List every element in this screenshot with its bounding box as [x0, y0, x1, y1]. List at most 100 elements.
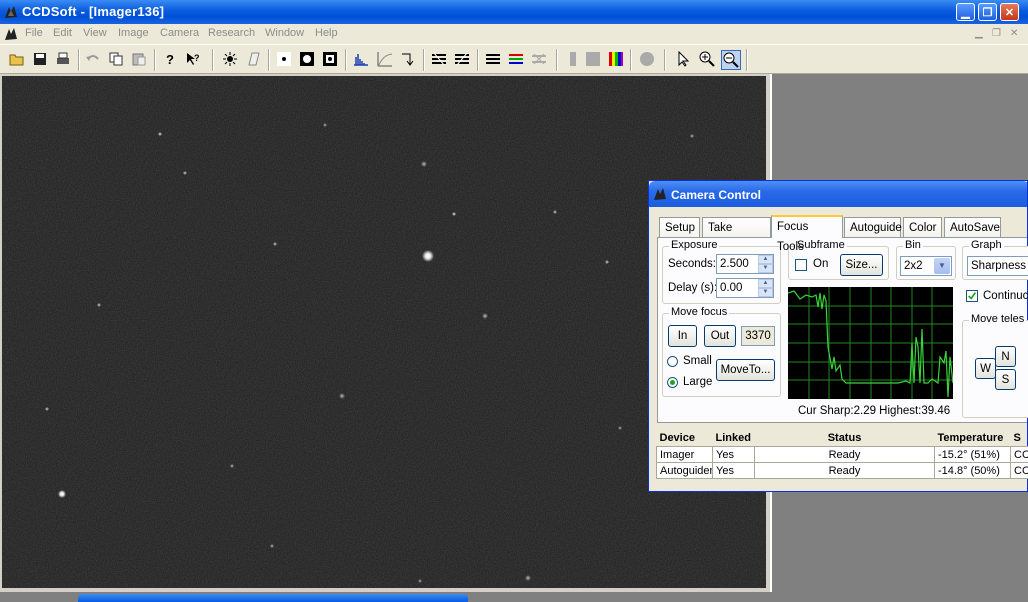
small-step-label: Small — [683, 355, 712, 367]
gray-square-icon[interactable] — [584, 50, 602, 68]
star — [452, 212, 456, 216]
focus-in-button[interactable]: In — [668, 325, 697, 347]
size-button[interactable]: Size... — [840, 254, 883, 276]
table-row[interactable]: Autoguider Yes Ready -14.8° (50%) CC — [656, 462, 1028, 479]
star-icon[interactable] — [275, 50, 293, 68]
delay-stepper[interactable]: 0.00 ▲ ▼ — [716, 278, 774, 298]
star — [97, 303, 101, 307]
menu-window[interactable]: Window — [265, 27, 304, 39]
small-step-radio[interactable] — [667, 356, 678, 367]
main-title-bar: CCDSoft - [Imager136] ▁ ❐ ✕ — [0, 0, 1028, 24]
toolbar-separator — [664, 49, 666, 71]
toolbar-separator — [630, 49, 632, 71]
flip-horizontal-icon[interactable] — [430, 50, 448, 68]
spin-down-icon[interactable]: ▼ — [758, 288, 773, 297]
toolbar-separator — [212, 49, 214, 71]
histogram-icon[interactable] — [352, 50, 370, 68]
save-icon[interactable] — [31, 50, 49, 68]
rgb-icon[interactable] — [507, 50, 525, 68]
zoom-out-icon[interactable] — [721, 50, 741, 70]
ccdsoft-app-icon[interactable] — [3, 4, 19, 20]
menu-help[interactable]: Help — [315, 27, 338, 39]
menu-image[interactable]: Image — [118, 27, 149, 39]
tab-focus-tools[interactable]: Focus Tools — [771, 215, 843, 253]
menu-view[interactable]: View — [83, 27, 107, 39]
tab-color[interactable]: Color — [903, 217, 942, 237]
pointer-icon[interactable] — [675, 50, 693, 68]
tab-autosave[interactable]: AutoSave — [944, 217, 1001, 237]
linked-cell: Yes — [712, 446, 755, 463]
bright-star-icon[interactable] — [298, 50, 316, 68]
spin-up-icon[interactable]: ▲ — [758, 279, 773, 288]
combine-icon[interactable] — [530, 50, 548, 68]
mdi-restore-icon[interactable]: ❐ — [992, 28, 1001, 39]
undo-icon[interactable] — [84, 50, 102, 68]
status-cell: Ready — [754, 446, 935, 463]
measure-icon[interactable] — [399, 50, 417, 68]
north-button[interactable]: N — [995, 346, 1016, 367]
check-icon — [968, 292, 977, 300]
header-device: Device — [659, 432, 695, 444]
spin-up-icon[interactable]: ▲ — [758, 255, 773, 264]
star — [158, 132, 162, 136]
curve-icon[interactable] — [376, 50, 394, 68]
menu-edit[interactable]: Edit — [53, 27, 72, 39]
seconds-stepper[interactable]: 2.500 ▲ ▼ — [716, 254, 774, 274]
bright-star — [422, 250, 434, 262]
header-temperature: Temperature — [937, 432, 1004, 444]
toolbar: ? ? — [0, 44, 1028, 74]
west-button[interactable]: W — [975, 358, 996, 379]
spin-down-icon[interactable]: ▼ — [758, 264, 773, 273]
restore-button[interactable]: ❐ — [978, 3, 997, 21]
seconds-value: 2.500 — [720, 258, 749, 270]
dark-frame-icon[interactable] — [245, 50, 263, 68]
tab-autoguide[interactable]: Autoguide — [844, 217, 902, 237]
focus-position-readout: 3370 — [741, 326, 775, 346]
bin-select[interactable]: 2x2 ▼ — [900, 256, 952, 276]
header-s: S — [1013, 432, 1021, 444]
paste-icon[interactable] — [130, 50, 148, 68]
menu-bar: File Edit View Image Camera Research Win… — [0, 24, 1028, 44]
move-to-button[interactable]: MoveTo... — [716, 359, 775, 381]
close-icon: ✕ — [1004, 7, 1015, 19]
subframe-on-checkbox[interactable] — [795, 259, 807, 271]
star — [618, 426, 622, 430]
help-icon[interactable]: ? — [161, 50, 179, 68]
mdi-close-icon[interactable]: ✕ — [1010, 28, 1018, 39]
open-icon[interactable] — [8, 50, 26, 68]
graph-type-select[interactable]: Sharpness — [967, 256, 1028, 276]
record-icon[interactable] — [638, 50, 656, 68]
continuous-checkbox[interactable] — [966, 290, 978, 302]
temperature-cell: -15.2° (51%) — [934, 446, 1011, 463]
star — [273, 242, 277, 246]
print-icon[interactable] — [54, 50, 72, 68]
temperature-cell: -14.8° (50%) — [934, 462, 1011, 479]
brightness-icon[interactable] — [221, 50, 239, 68]
camera-control-title-bar[interactable]: Camera Control — [649, 181, 1027, 207]
table-row[interactable]: Imager Yes Ready -15.2° (51%) CC — [656, 446, 1028, 463]
zoom-in-icon[interactable] — [698, 50, 716, 68]
menu-research[interactable]: Research — [208, 27, 255, 39]
rotate-icon[interactable] — [484, 50, 502, 68]
close-button[interactable]: ✕ — [1000, 3, 1019, 21]
focus-out-button[interactable]: Out — [704, 325, 736, 347]
menu-file[interactable]: File — [25, 27, 43, 39]
menu-camera[interactable]: Camera — [160, 27, 199, 39]
sharpness-readout: Cur Sharp:2.29 Highest:39.46 — [798, 405, 951, 417]
minimize-button[interactable]: ▁ — [956, 3, 975, 21]
tab-setup[interactable]: Setup — [659, 217, 700, 237]
copy-icon[interactable] — [107, 50, 125, 68]
mdi-minimize-icon[interactable]: ▁ — [975, 28, 983, 39]
color-bars-icon[interactable] — [607, 50, 625, 68]
flip-vertical-icon[interactable] — [453, 50, 471, 68]
large-step-radio[interactable] — [667, 377, 678, 388]
context-help-icon[interactable]: ? — [184, 50, 202, 68]
stars-icon[interactable] — [321, 50, 339, 68]
star — [525, 575, 531, 581]
toolbar-separator — [423, 49, 425, 71]
seconds-label: Seconds: — [668, 258, 716, 270]
stop-icon[interactable] — [564, 50, 582, 68]
document-system-menu-icon[interactable] — [3, 26, 19, 42]
south-button[interactable]: S — [995, 369, 1016, 390]
tab-take-image[interactable]: Take Image — [702, 217, 771, 254]
